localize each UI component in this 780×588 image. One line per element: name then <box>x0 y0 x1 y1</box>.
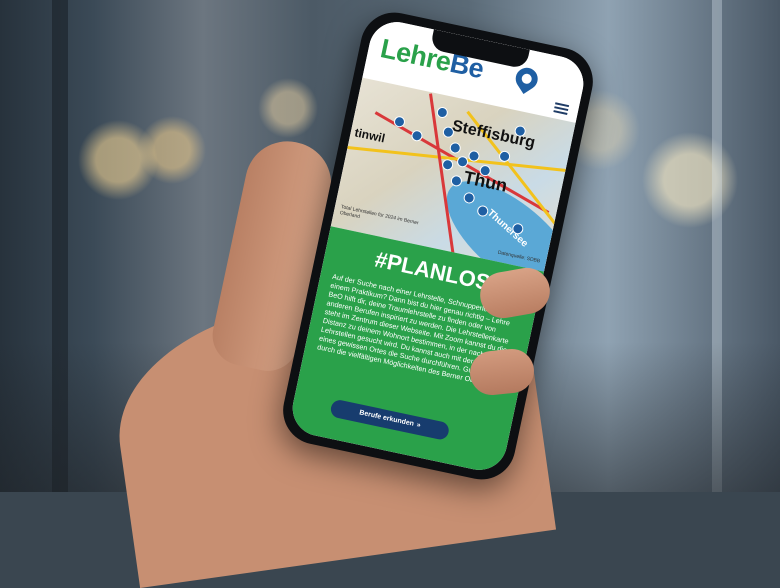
map-label-tinwil: tinwil <box>353 125 387 146</box>
map-marker[interactable] <box>448 141 462 155</box>
window-frame <box>712 0 722 492</box>
button-label: Berufe erkunden <box>358 409 415 428</box>
double-chevron-right-icon: » <box>415 421 422 430</box>
map-marker[interactable] <box>392 115 407 129</box>
location-pin-icon <box>511 63 542 95</box>
hamburger-menu-icon[interactable] <box>553 100 570 117</box>
map-marker[interactable] <box>435 105 449 120</box>
map-caption: Total Lehrstellen für 2024 im Berner Obe… <box>339 204 420 227</box>
map-marker[interactable] <box>498 149 512 163</box>
explore-professions-button[interactable]: Berufe erkunden» <box>329 398 451 442</box>
window-frame <box>52 0 68 492</box>
